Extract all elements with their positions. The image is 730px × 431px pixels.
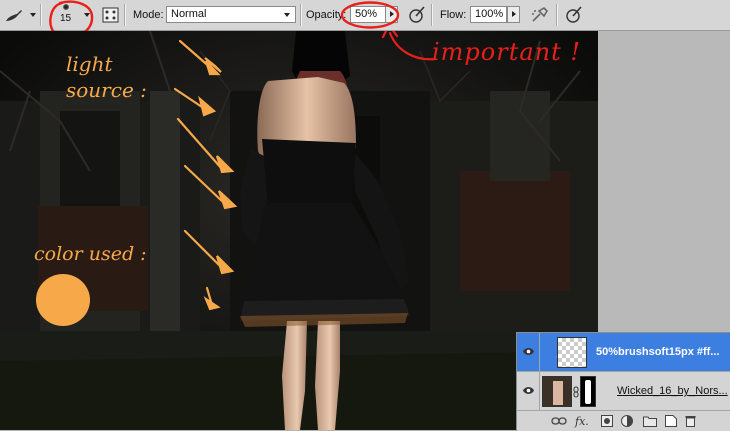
color-swatch — [36, 274, 90, 326]
light-source-annotation: light source : — [66, 52, 147, 102]
layer-thumbnail — [557, 337, 587, 368]
trash-icon[interactable] — [685, 415, 696, 427]
mode-select[interactable]: Normal — [166, 6, 296, 23]
layer-row[interactable]: Wicked_16_by_Nors... — [517, 372, 730, 411]
mode-label: Mode: — [133, 9, 164, 21]
flow-label: Flow: — [440, 9, 467, 21]
mode-value: Normal — [171, 8, 207, 20]
flow-value: 100% — [475, 8, 504, 20]
options-bar: 15 Mode: Normal Opacity: 50% Flow: 100% — [0, 0, 730, 39]
pressure-opacity-icon[interactable] — [407, 5, 427, 25]
separator — [40, 4, 42, 26]
brush-tool-icon[interactable] — [4, 5, 24, 25]
separator — [431, 4, 433, 26]
layer-row[interactable]: 50%brushsoft15px #ff... — [517, 333, 730, 372]
opacity-highlight-annotation — [340, 1, 400, 29]
separator — [300, 4, 302, 26]
chain-link-icon[interactable] — [573, 386, 579, 398]
separator — [124, 4, 126, 26]
color-used-annotation: color used : — [34, 243, 147, 265]
divider — [539, 333, 540, 372]
visibility-eye-icon[interactable] — [523, 386, 534, 395]
group-icon[interactable] — [643, 415, 657, 427]
pressure-size-icon[interactable] — [564, 5, 584, 25]
divider — [539, 372, 540, 411]
layer-name[interactable]: 50%brushsoft15px #ff... — [596, 346, 719, 358]
document-canvas[interactable]: light source : color used : important ! — [0, 31, 598, 430]
new-layer-icon[interactable] — [665, 415, 677, 427]
link-icon[interactable] — [551, 415, 567, 427]
mode-dropdown-icon — [284, 13, 290, 17]
tool-preset-dropdown-icon[interactable] — [30, 13, 36, 17]
flow-input[interactable]: 100% — [470, 6, 507, 23]
layers-panel: 50%brushsoft15px #ff... Wicked_16_by_Nor… — [516, 332, 730, 431]
adjustment-icon[interactable] — [621, 415, 633, 427]
layer-mask-thumbnail[interactable] — [580, 376, 596, 407]
layers-footer: fx. — [517, 411, 730, 431]
important-annotation: important ! — [432, 38, 582, 66]
airbrush-icon[interactable] — [530, 5, 550, 25]
layer-name[interactable]: Wicked_16_by_Nors... — [617, 385, 728, 397]
flow-slider-button[interactable] — [507, 6, 520, 23]
fx-icon[interactable]: fx. — [575, 415, 589, 428]
visibility-eye-icon[interactable] — [523, 347, 534, 356]
separator — [556, 4, 558, 26]
mask-icon[interactable] — [601, 415, 613, 427]
important-pointer-arrow-annotation — [381, 31, 437, 61]
brush-panel-toggle-icon[interactable] — [101, 5, 121, 25]
layer-thumbnail — [542, 376, 572, 407]
